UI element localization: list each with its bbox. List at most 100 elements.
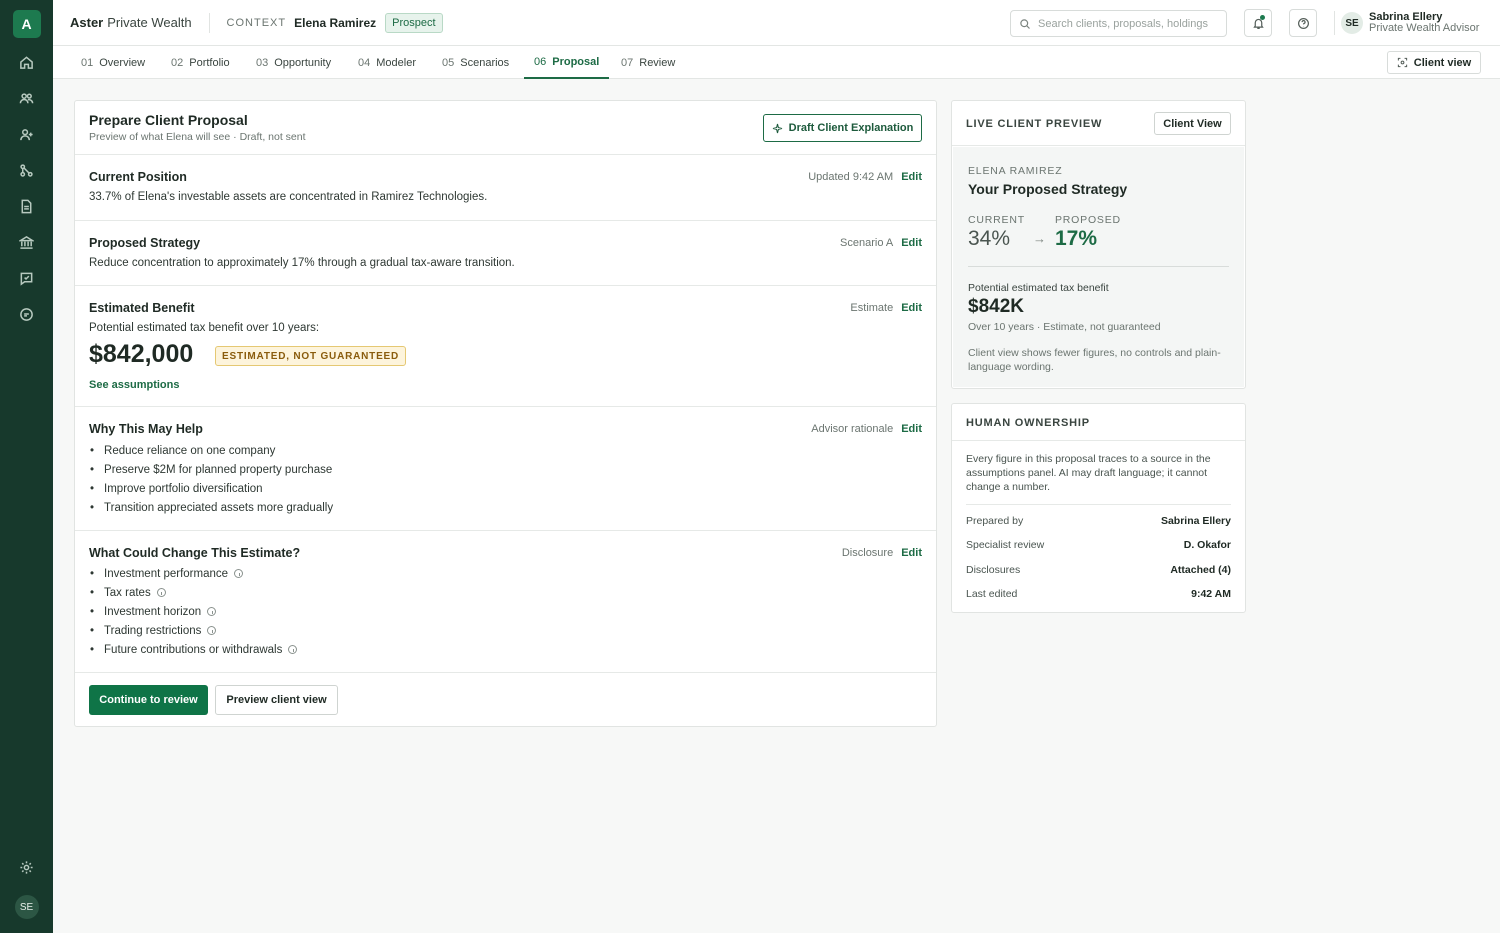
continue-to-review-button[interactable]: Continue to review: [89, 685, 208, 715]
section-meta: Estimate Edit: [850, 302, 922, 314]
chat-icon[interactable]: [17, 304, 37, 324]
add-user-icon[interactable]: [17, 124, 37, 144]
sidebar-nav: [17, 52, 37, 324]
panel-title: HUMAN OWNERSHIP: [966, 417, 1090, 429]
list-item: Future contributions or withdrawals: [89, 640, 298, 659]
tab-portfolio[interactable]: 02 Portfolio: [171, 46, 230, 79]
list-item: Reduce reliance on one company: [89, 441, 333, 460]
current-value: 34%: [968, 227, 1011, 250]
user-role: Private Wealth Advisor: [1369, 22, 1480, 34]
brand: Aster Private Wealth: [70, 15, 192, 30]
list-item: Transition appreciated assets more gradu…: [89, 498, 333, 517]
header-separator: [1334, 11, 1335, 35]
search-placeholder: Search clients, proposals, holdings: [1038, 17, 1208, 30]
ownership-text: Every figure in this proposal traces to …: [966, 453, 1211, 493]
scenarios-icon[interactable]: [17, 160, 37, 180]
see-assumptions-link[interactable]: See assumptions: [89, 379, 179, 391]
clients-icon[interactable]: [17, 88, 37, 108]
kv-row: Disclosures Attached (4): [966, 564, 1231, 576]
proposed-value: 17%: [1055, 227, 1098, 250]
section-title: Proposed Strategy: [89, 236, 201, 250]
header-divider: [208, 12, 210, 33]
current-label: CURRENT: [968, 214, 1025, 226]
sparkle-icon: [772, 123, 782, 133]
tab-overview[interactable]: 01 Overview: [81, 46, 145, 79]
notification-dot: [1260, 15, 1265, 20]
info-icon[interactable]: [207, 607, 217, 616]
avatar: SE: [1341, 12, 1363, 34]
home-icon[interactable]: [17, 52, 37, 72]
preview-body: ELENA RAMIREZ Your Proposed Strategy CUR…: [953, 147, 1244, 387]
client-view-button[interactable]: Client view: [1387, 51, 1481, 74]
rationale-list: Reduce reliance on one company Preserve …: [89, 441, 333, 517]
panel-title: LIVE CLIENT PREVIEW: [966, 118, 1103, 130]
benefit-value: $842K: [968, 296, 1024, 317]
review-icon[interactable]: [17, 268, 37, 288]
user-menu[interactable]: SE Sabrina Ellery Private Wealth Advisor: [1341, 12, 1479, 34]
section-meta: Scenario A Edit: [840, 237, 922, 249]
section-title: Why This May Help: [89, 422, 203, 436]
current-position-section: Current Position Updated 9:42 AM Edit 33.…: [75, 155, 936, 221]
proposed-strategy-section: Proposed Strategy Scenario A Edit Reduce …: [75, 221, 936, 286]
status-badge: Prospect: [385, 12, 443, 33]
app-logo[interactable]: A: [12, 10, 41, 38]
help-icon: [1297, 17, 1309, 29]
kv-row: Last edited 9:42 AM: [966, 588, 1231, 600]
tab-proposal[interactable]: 06 Proposal: [524, 46, 609, 79]
search-icon: [1020, 18, 1030, 29]
benefit-label: Potential estimated tax benefit: [968, 282, 1109, 294]
benefit-value: $842,000: [89, 340, 194, 368]
sidebar: A SE: [0, 0, 53, 933]
why-this-may-help-section: Why This May Help Advisor rationale Edit …: [75, 407, 936, 531]
edit-button[interactable]: Edit: [901, 423, 922, 435]
notifications-button[interactable]: [1244, 9, 1272, 37]
focus-icon: [1397, 57, 1407, 68]
info-icon[interactable]: [156, 588, 166, 597]
preview-note: Client view shows fewer figures, no cont…: [968, 347, 1221, 373]
info-icon[interactable]: [207, 626, 217, 635]
arrow-right-icon: →: [1033, 231, 1046, 246]
tab-modeler[interactable]: 04 Modeler: [358, 46, 416, 79]
edit-button[interactable]: Edit: [901, 171, 922, 183]
list-item: Improve portfolio diversification: [89, 479, 333, 498]
edit-button[interactable]: Edit: [901, 237, 922, 249]
context-client-name[interactable]: Elena Ramirez: [294, 16, 376, 30]
gear-icon[interactable]: [17, 857, 37, 877]
tab-scenarios[interactable]: 05 Scenarios: [442, 46, 509, 79]
help-button[interactable]: [1289, 9, 1317, 37]
list-item: Investment horizon: [89, 602, 297, 621]
tab-review[interactable]: 07 Review: [621, 46, 675, 79]
kv-row: Prepared by Sabrina Ellery: [966, 515, 1231, 527]
section-text: Reduce concentration to approximately 17…: [89, 257, 515, 269]
list-item: Investment performance: [89, 564, 297, 583]
bank-icon[interactable]: [17, 232, 37, 252]
list-item: Tax rates: [89, 583, 297, 602]
divider: [968, 266, 1229, 267]
proposed-label: PROPOSED: [1055, 214, 1121, 226]
tab-opportunity[interactable]: 03 Opportunity: [256, 46, 331, 79]
section-title: What Could Change This Estimate?: [89, 546, 301, 560]
what-could-change-section: What Could Change This Estimate? Disclos…: [75, 531, 936, 673]
info-icon[interactable]: [234, 569, 244, 578]
section-title: Estimated Benefit: [89, 301, 195, 315]
divider: [966, 504, 1231, 505]
search-input[interactable]: Search clients, proposals, holdings: [1010, 10, 1227, 37]
draft-explanation-button[interactable]: Draft Client Explanation: [763, 114, 922, 142]
estimated-benefit-section: Estimated Benefit Estimate Edit Potential…: [75, 286, 936, 407]
client-view-toggle-button[interactable]: Client View: [1154, 112, 1231, 135]
estimate-badge: ESTIMATED, NOT GUARANTEED: [215, 346, 407, 366]
benefit-subtext: Over 10 years · Estimate, not guaranteed: [968, 321, 1161, 333]
human-ownership-panel: HUMAN OWNERSHIP Every figure in this pro…: [951, 403, 1246, 613]
preview-client-view-button[interactable]: Preview client view: [215, 685, 338, 715]
edit-button[interactable]: Edit: [901, 302, 922, 314]
page-title: Prepare Client Proposal: [89, 112, 248, 128]
preview-heading: Your Proposed Strategy: [968, 181, 1128, 197]
info-icon[interactable]: [288, 645, 298, 654]
document-icon[interactable]: [17, 196, 37, 216]
kv-row: Specialist review D. Okafor: [966, 539, 1231, 551]
panel-header: LIVE CLIENT PREVIEW Client View: [952, 101, 1245, 146]
list-item: Preserve $2M for planned property purcha…: [89, 460, 333, 479]
edit-button[interactable]: Edit: [901, 547, 922, 559]
sidebar-avatar[interactable]: SE: [14, 895, 39, 919]
section-text: Potential estimated tax benefit over 10 …: [89, 322, 320, 334]
